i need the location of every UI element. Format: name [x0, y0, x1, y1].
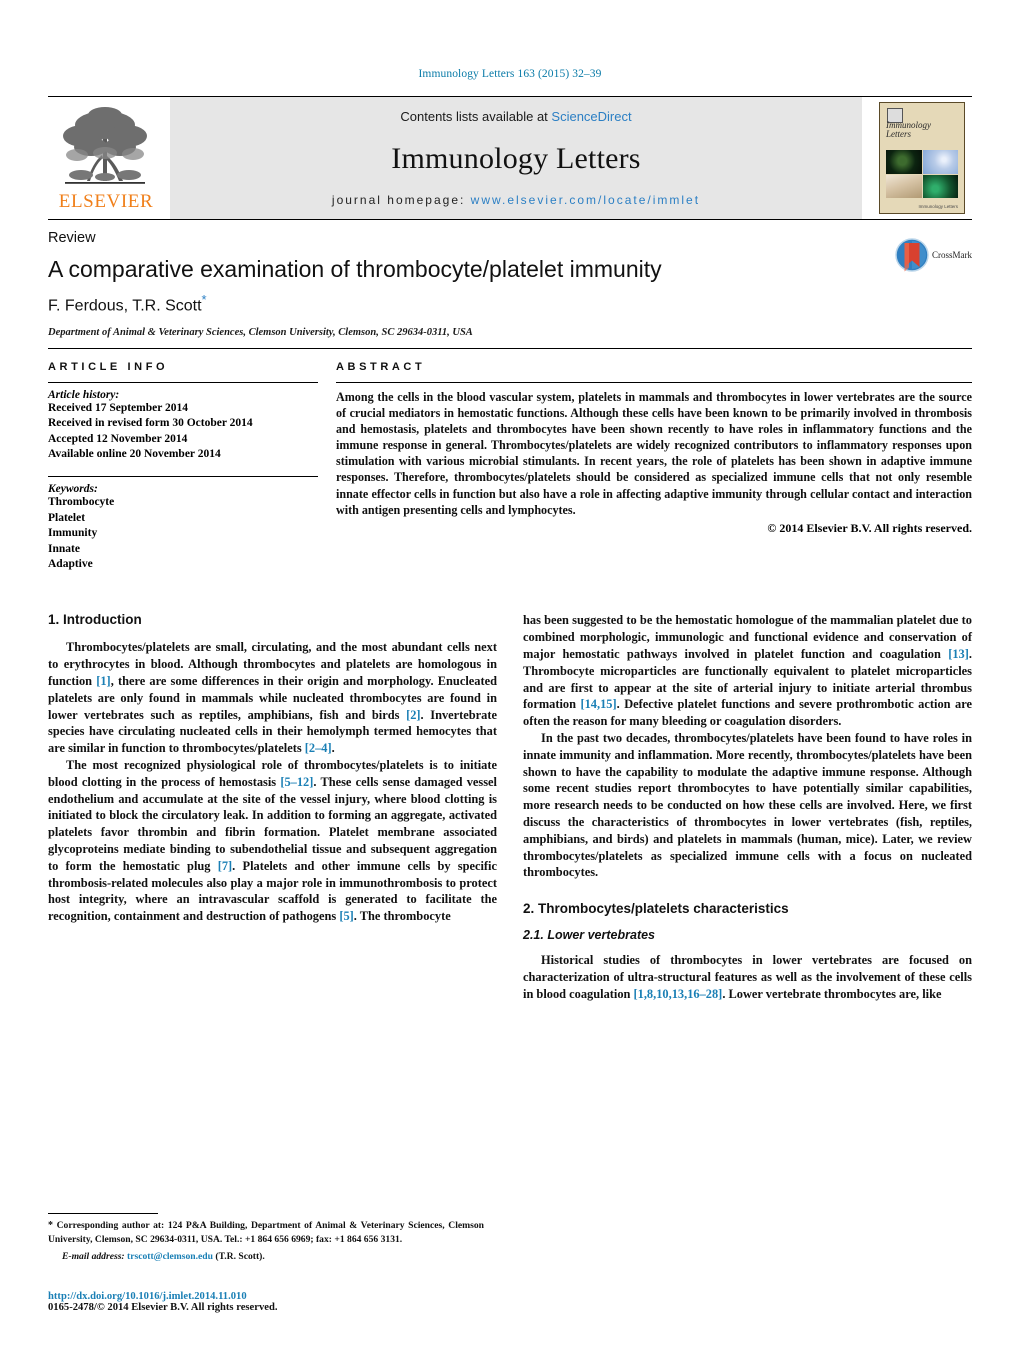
cover-footer: Immunology Letters [886, 204, 958, 209]
keyword-item: Thrombocyte [48, 496, 115, 509]
citation-ref[interactable]: [1,8,10,13,16–28] [634, 987, 723, 1001]
text-run: . The thrombocyte [353, 909, 451, 924]
article-info-label: ARTICLE INFO [48, 360, 169, 373]
citation-ref[interactable]: [5–12] [280, 775, 313, 789]
keyword-item: Innate [48, 542, 80, 555]
page-title: A comparative examination of thrombocyte… [48, 256, 662, 282]
keyword-item: Immunity [48, 527, 98, 540]
history-item: Accepted 12 November 2014 [48, 432, 188, 445]
abstract-rule [336, 381, 972, 383]
history-item: Received in revised form 30 October 2014 [48, 417, 253, 430]
email-suffix: (T.R. Scott). [215, 1250, 265, 1262]
doi-link[interactable]: http://dx.doi.org/10.1016/j.imlet.2014.1… [48, 1291, 484, 1302]
footnote-rule [48, 1212, 158, 1214]
cover-image-3 [886, 174, 922, 198]
doi-issn-block: http://dx.doi.org/10.1016/j.imlet.2014.1… [48, 1291, 484, 1313]
affiliation: Department of Animal & Veterinary Scienc… [48, 326, 473, 338]
paragraph: Thrombocytes/platelets are small, circul… [48, 639, 497, 757]
text-run: . [331, 741, 335, 756]
left-column: 1. Introduction Thrombocytes/platelets a… [48, 612, 497, 1002]
corresponding-author-footnote: * Corresponding author at: 124 P&A Build… [48, 1212, 484, 1263]
citation-ref[interactable]: [7] [218, 859, 232, 873]
citation-ref[interactable]: [2–4] [305, 741, 332, 755]
text-run: has been suggested to be the hemostatic … [523, 613, 972, 662]
cover-journal-title: Immunology Letters [886, 120, 931, 140]
article-info-column: ARTICLE INFO Article history: Received 1… [48, 361, 318, 587]
email-link[interactable]: trscott@clemson.edu [127, 1251, 213, 1262]
info-abstract-row: ARTICLE INFO Article history: Received 1… [48, 347, 972, 587]
article-page: Immunology Letters 163 (2015) 32–39 ELSE… [0, 0, 1020, 1351]
elsevier-tree-icon [63, 107, 147, 184]
author-names: F. Ferdous, T.R. Scott [48, 297, 202, 315]
citation-ref[interactable]: [13] [948, 647, 969, 661]
cover-image-1 [886, 150, 922, 174]
issn-copyright: 0165-2478/© 2014 Elsevier B.V. All right… [48, 1302, 278, 1313]
elsevier-logo: ELSEVIER [48, 97, 164, 219]
keyword-item: Adaptive [48, 558, 93, 571]
corresponding-author-marker: * [201, 292, 207, 308]
running-head: Immunology Letters 163 (2015) 32–39 [418, 68, 602, 80]
homepage-prefix: journal homepage: [331, 193, 471, 207]
keywords-block: Keywords: Thrombocyte Platelet Immunity … [48, 483, 318, 572]
journal-masthead: ELSEVIER Contents lists available at Sci… [48, 96, 972, 219]
keywords-rule [48, 476, 318, 478]
cover-foot-right: Immunology Letters [918, 204, 958, 209]
keywords-heading: Keywords: [48, 483, 98, 496]
body-columns: 1. Introduction Thrombocytes/platelets a… [48, 612, 972, 1002]
journal-homepage-line: journal homepage: www.elsevier.com/locat… [332, 193, 700, 207]
paragraph: In the past two decades, thrombocytes/pl… [523, 731, 972, 880]
journal-cover-block: Immunology Letters Immunology Letters [872, 97, 972, 219]
journal-cover-thumbnail: Immunology Letters Immunology Letters [879, 102, 965, 214]
citation-ref[interactable]: [1] [96, 674, 110, 688]
cover-image-grid [886, 150, 958, 198]
history-item: Received 17 September 2014 [48, 401, 188, 414]
article-info-rule [48, 381, 318, 383]
subsection-heading-lower-vertebrates: 2.1. Lower vertebrates [523, 928, 656, 943]
text-run: . Lower vertebrate thrombocytes are, lik… [722, 986, 942, 1001]
sciencedirect-link[interactable]: ScienceDirect [551, 109, 631, 124]
history-item: Available online 20 November 2014 [48, 447, 221, 460]
citation-ref[interactable]: [14,15] [580, 697, 616, 711]
keyword-item: Platelet [48, 511, 86, 524]
abstract-column: ABSTRACT Among the cells in the blood va… [336, 361, 972, 587]
cover-image-4 [922, 174, 958, 198]
citation-ref[interactable]: [2] [406, 708, 420, 722]
crossmark-badge[interactable]: CrossMark [895, 238, 972, 272]
contents-prefix: Contents lists available at [400, 109, 552, 124]
journal-title: Immunology Letters [391, 141, 641, 175]
crossmark-icon [895, 238, 929, 272]
footnote-email-line: E-mail address: trscott@clemson.edu (T.R… [48, 1250, 484, 1263]
citation-ref[interactable]: [5] [339, 909, 353, 923]
crossmark-label: CrossMark [932, 250, 972, 260]
abstract-text: Among the cells in the blood vascular sy… [336, 389, 972, 517]
article-history-heading: Article history: [48, 388, 120, 401]
article-history-block: Article history: Received 17 September 2… [48, 389, 318, 463]
title-block: Review A comparative examination of thro… [48, 219, 972, 338]
article-type: Review [48, 230, 96, 246]
masthead-center-band: Contents lists available at ScienceDirec… [170, 97, 862, 219]
homepage-url-link[interactable]: www.elsevier.com/locate/immlet [471, 193, 700, 207]
elsevier-wordmark: ELSEVIER [58, 191, 154, 212]
right-column: has been suggested to be the hemostatic … [523, 612, 972, 1002]
paragraph: The most recognized physiological role o… [48, 757, 497, 925]
abstract-copyright: © 2014 Elsevier B.V. All rights reserved… [767, 520, 972, 535]
email-label: E-mail address: [62, 1250, 125, 1262]
paragraph: has been suggested to be the hemostatic … [523, 612, 972, 730]
author-list: F. Ferdous, T.R. Scott* [48, 292, 972, 315]
cover-image-2 [922, 150, 958, 174]
section-heading-characteristics: 2. Thrombocytes/platelets characteristic… [523, 901, 789, 917]
contents-available-line: Contents lists available at ScienceDirec… [400, 109, 631, 124]
footnote-text: * Corresponding author at: 124 P&A Build… [48, 1219, 484, 1246]
section-heading-introduction: 1. Introduction [48, 612, 142, 628]
text-run: Corresponding author at: 124 P&A Buildin… [48, 1219, 484, 1245]
paragraph: Historical studies of thrombocytes in lo… [523, 952, 972, 1002]
abstract-label: ABSTRACT [336, 360, 426, 373]
